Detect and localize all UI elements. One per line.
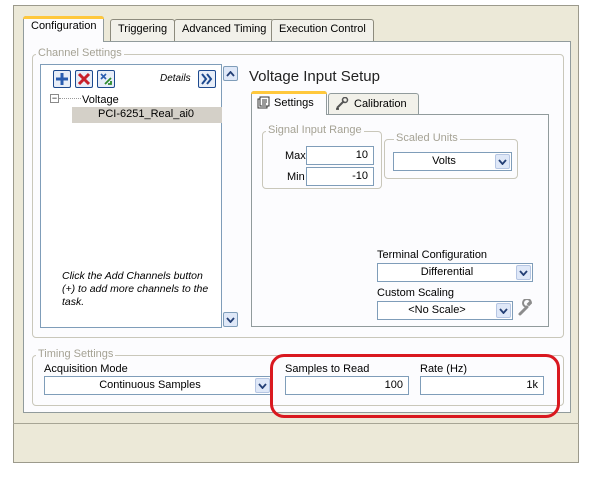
details-label: Details (160, 73, 191, 84)
timing-settings-title: Timing Settings (36, 348, 116, 360)
tab-advanced-timing[interactable]: Advanced Timing (174, 19, 275, 41)
dropdown-arrow-icon[interactable] (496, 303, 511, 318)
dropdown-arrow-icon[interactable] (516, 265, 531, 280)
highlight-annotation (270, 354, 560, 418)
voltage-setup-title: Voltage Input Setup (249, 68, 380, 85)
min-label: Min (287, 171, 305, 183)
dropdown-arrow-icon[interactable] (495, 154, 510, 169)
custom-scaling-select[interactable]: <No Scale> (377, 301, 513, 320)
signal-range-title: Signal Input Range (266, 124, 364, 136)
max-input[interactable]: 10 (306, 146, 374, 165)
settings-icon (257, 96, 270, 109)
tab-calibration[interactable]: Calibration (328, 93, 419, 115)
tree-connector (59, 98, 81, 99)
custom-scaling-value: <No Scale> (408, 304, 466, 316)
tree-collapse-toggle[interactable]: − (50, 94, 59, 103)
terminal-config-label: Terminal Configuration (377, 249, 488, 261)
dropdown-arrow-icon[interactable] (255, 378, 270, 393)
channel-props-button[interactable] (97, 70, 115, 88)
calibration-icon (336, 97, 349, 110)
terminal-config-value: Differential (420, 266, 474, 278)
wrench-icon[interactable] (517, 299, 535, 317)
voltage-settings-pane: Signal Input Range Max 10 Min -10 Scaled… (251, 114, 549, 327)
tab-settings[interactable]: Settings (251, 91, 327, 115)
channel-settings-title: Channel Settings (36, 47, 124, 59)
scaled-units-title: Scaled Units (394, 132, 460, 144)
tab-configuration[interactable]: Configuration (23, 16, 105, 42)
remove-channel-button[interactable] (75, 70, 93, 88)
tab-triggering[interactable]: Triggering (110, 19, 176, 41)
tree-item-label: PCI-6251_Real_ai0 (98, 108, 195, 120)
frame-divider (13, 423, 579, 424)
details-expand-button[interactable] (198, 70, 216, 88)
add-channel-icon (56, 73, 68, 85)
acq-mode-select[interactable]: Continuous Samples (44, 376, 272, 395)
list-scroll-down[interactable] (223, 312, 238, 327)
tab-execution-control[interactable]: Execution Control (271, 19, 374, 41)
tab-settings-label: Settings (274, 97, 314, 109)
tree-root-voltage[interactable]: Voltage (82, 94, 119, 106)
remove-channel-icon (77, 72, 91, 86)
terminal-config-select[interactable]: Differential (377, 263, 533, 282)
list-scroll-up[interactable] (223, 66, 238, 81)
scaled-units-value: Volts (432, 155, 456, 167)
acq-mode-label: Acquisition Mode (44, 363, 128, 375)
custom-scaling-label: Custom Scaling (377, 287, 455, 299)
scaled-units-select[interactable]: Volts (393, 152, 512, 171)
acq-mode-value: Continuous Samples (99, 379, 201, 391)
max-label: Max (285, 150, 306, 162)
details-expand-icon (201, 73, 213, 85)
tree-item-channel[interactable]: PCI-6251_Real_ai0 (72, 107, 222, 123)
tab-calibration-label: Calibration (354, 98, 407, 110)
channel-props-icon (100, 73, 112, 85)
add-channel-hint: Click the Add Channels button (+) to add… (62, 270, 209, 308)
min-input[interactable]: -10 (306, 167, 374, 186)
add-channel-button[interactable] (53, 70, 71, 88)
